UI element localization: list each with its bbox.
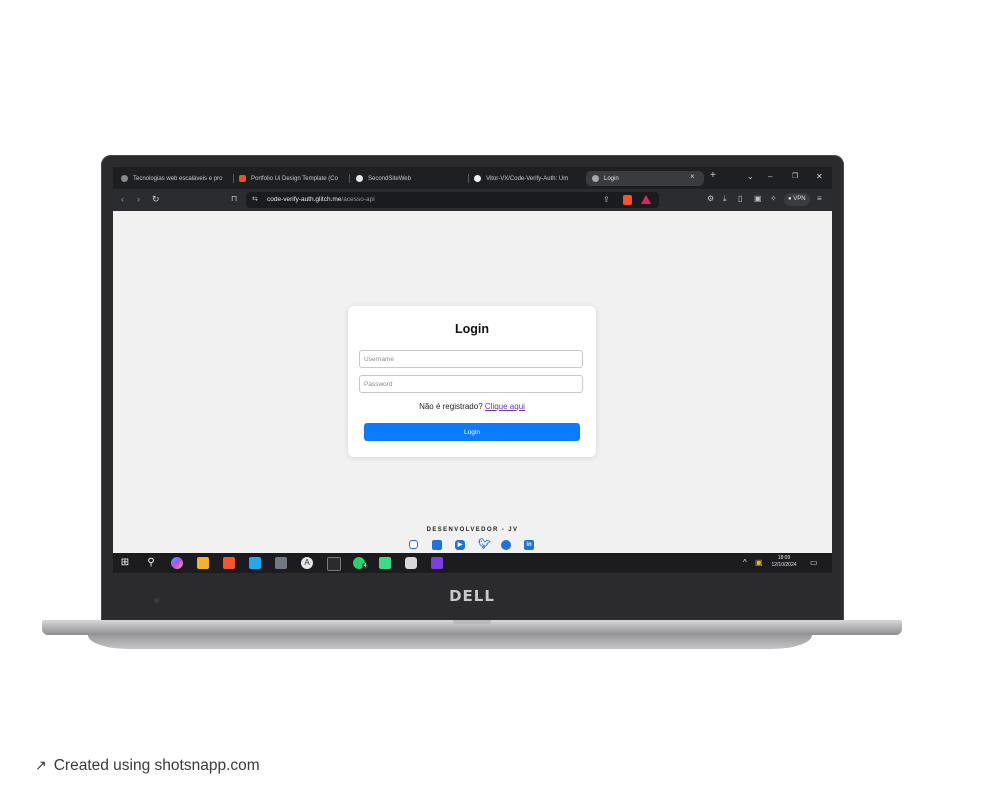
- shield-check-icon: [356, 175, 363, 182]
- browser-tab-bar: Tecnologias web escaláveis e pro Portfol…: [113, 167, 832, 189]
- register-prompt: Não é registrado? Clique aqui: [348, 402, 596, 411]
- tab-title: SecondSiteWeb: [368, 175, 411, 182]
- brave-rewards-icon[interactable]: [641, 195, 651, 204]
- tab-title: Portfolio Ui Design Template (Co: [251, 175, 338, 182]
- notepad-icon[interactable]: [275, 557, 287, 569]
- url-text: code-verify-auth.glitch.me/acesso-api: [267, 196, 375, 203]
- tab-title: Vitor-VX/Code-Verify-Auth: Um: [486, 175, 569, 182]
- username-input[interactable]: [359, 350, 583, 368]
- site-info-icon[interactable]: ⇆: [252, 195, 258, 203]
- login-button[interactable]: Login: [364, 423, 580, 441]
- bookmark-icon[interactable]: ⊓: [231, 194, 237, 203]
- clock-date: 12/10/2024: [771, 562, 797, 568]
- tab-title: Login: [604, 175, 619, 182]
- tab-separator: [349, 174, 350, 183]
- twitter-icon[interactable]: 🐦︎: [478, 540, 491, 550]
- windows-start-icon[interactable]: ⊞: [119, 557, 131, 569]
- tab-login[interactable]: Login: [586, 171, 704, 186]
- app-icon[interactable]: [405, 557, 417, 569]
- external-link-arrow-icon: ↗: [35, 757, 47, 773]
- whatsapp-badge: 4: [362, 563, 368, 569]
- browser-toolbar: ‹ › ↻ ⊓ ⇆ code-verify-auth.glitch.me/ace…: [113, 189, 832, 211]
- forward-icon[interactable]: ›: [137, 194, 140, 204]
- github-icon: [474, 175, 481, 182]
- android-studio-icon[interactable]: [379, 557, 391, 569]
- vpn-label: VPN: [793, 196, 806, 202]
- wallet-icon[interactable]: ▣: [754, 194, 762, 203]
- notifications-icon[interactable]: ▭: [810, 558, 818, 567]
- tab-separator: [233, 174, 234, 183]
- password-input[interactable]: [359, 375, 583, 393]
- taskbar-clock[interactable]: 18:09 12/10/2024: [769, 555, 799, 569]
- github-icon[interactable]: [501, 540, 511, 550]
- new-tab-button[interactable]: +: [710, 170, 716, 181]
- menu-icon[interactable]: ≡: [817, 194, 822, 203]
- tray-chevron-icon[interactable]: ^: [743, 558, 747, 567]
- device-brand-logo: DELL: [449, 587, 495, 605]
- windows-taskbar: ⊞ ⚲ A 4 ^ ▣ 18:09 12/10/2024 ▭: [113, 553, 832, 573]
- tab-secondsiteweb[interactable]: SecondSiteWeb: [356, 171, 466, 186]
- social-links: ▶ 🐦︎ in: [408, 540, 538, 552]
- brave-shields-icon[interactable]: [623, 195, 632, 205]
- tray-app-icon[interactable]: ▣: [755, 558, 763, 567]
- file-explorer-icon[interactable]: [197, 557, 209, 569]
- brave-browser-icon[interactable]: [223, 557, 235, 569]
- watermark-link[interactable]: ↗ Created using shotsnapp.com: [35, 757, 260, 775]
- login-title: Login: [454, 322, 489, 336]
- register-text: Não é registrado?: [419, 402, 483, 411]
- intellij-icon[interactable]: [431, 557, 443, 569]
- developer-credit: DESENVOLVEDOR - JV: [426, 527, 519, 533]
- terminal-icon[interactable]: [327, 557, 341, 571]
- login-card: Login Não é registrado? Clique aqui Logi…: [348, 306, 596, 457]
- twitch-icon[interactable]: [432, 540, 442, 550]
- url-host: code-verify-auth.glitch.me: [267, 196, 342, 203]
- laptop-base-foot: [88, 635, 812, 649]
- watermark-text: Created using shotsnapp.com: [53, 757, 260, 774]
- laptop-base: [42, 620, 902, 635]
- tab-title: Tecnologias web escaláveis e pro: [133, 175, 223, 182]
- tab-tecnologias[interactable]: Tecnologias web escaláveis e pro: [121, 171, 229, 186]
- tab-separator: [468, 174, 469, 183]
- extensions-icon[interactable]: ⚙: [707, 194, 714, 203]
- close-window-icon[interactable]: ✕: [816, 172, 823, 181]
- figma-icon: [239, 175, 246, 182]
- sidebar-icon[interactable]: ▯: [738, 194, 742, 203]
- globe-icon: [121, 175, 128, 182]
- back-icon[interactable]: ‹: [121, 194, 124, 204]
- laptop-screen: Tecnologias web escaláveis e pro Portfol…: [113, 167, 832, 573]
- linkedin-icon[interactable]: in: [524, 540, 534, 550]
- register-link[interactable]: Clique aqui: [485, 402, 525, 411]
- reload-icon[interactable]: ↻: [152, 194, 160, 205]
- restore-icon[interactable]: ❐: [792, 172, 798, 180]
- instagram-icon[interactable]: [409, 540, 418, 549]
- tab-github-repo[interactable]: Vitor-VX/Code-Verify-Auth: Um: [474, 171, 580, 186]
- tab-list-chevron-icon[interactable]: ⌄: [747, 172, 754, 181]
- copilot-icon[interactable]: [171, 557, 183, 569]
- vscode-icon[interactable]: [249, 557, 261, 569]
- url-path: /acesso-api: [341, 196, 375, 203]
- app-icon[interactable]: A: [301, 557, 313, 569]
- base-notch: [453, 620, 491, 624]
- globe-icon: [592, 175, 599, 182]
- camera-dot: [154, 598, 159, 603]
- close-tab-icon[interactable]: ×: [690, 172, 695, 181]
- tab-portfolio[interactable]: Portfolio Ui Design Template (Co: [239, 171, 343, 186]
- search-icon[interactable]: ⚲: [145, 557, 157, 569]
- leo-ai-icon[interactable]: ✧: [770, 194, 777, 203]
- downloads-icon[interactable]: ⤓: [723, 194, 727, 204]
- vpn-button[interactable]: ● VPN: [784, 193, 810, 206]
- clock-time: 18:09: [777, 555, 791, 561]
- youtube-icon[interactable]: ▶: [455, 540, 465, 550]
- address-bar[interactable]: ⇆ code-verify-auth.glitch.me/acesso-api …: [246, 192, 659, 208]
- share-icon[interactable]: ⇪: [603, 195, 610, 204]
- minimize-icon[interactable]: –: [768, 172, 772, 181]
